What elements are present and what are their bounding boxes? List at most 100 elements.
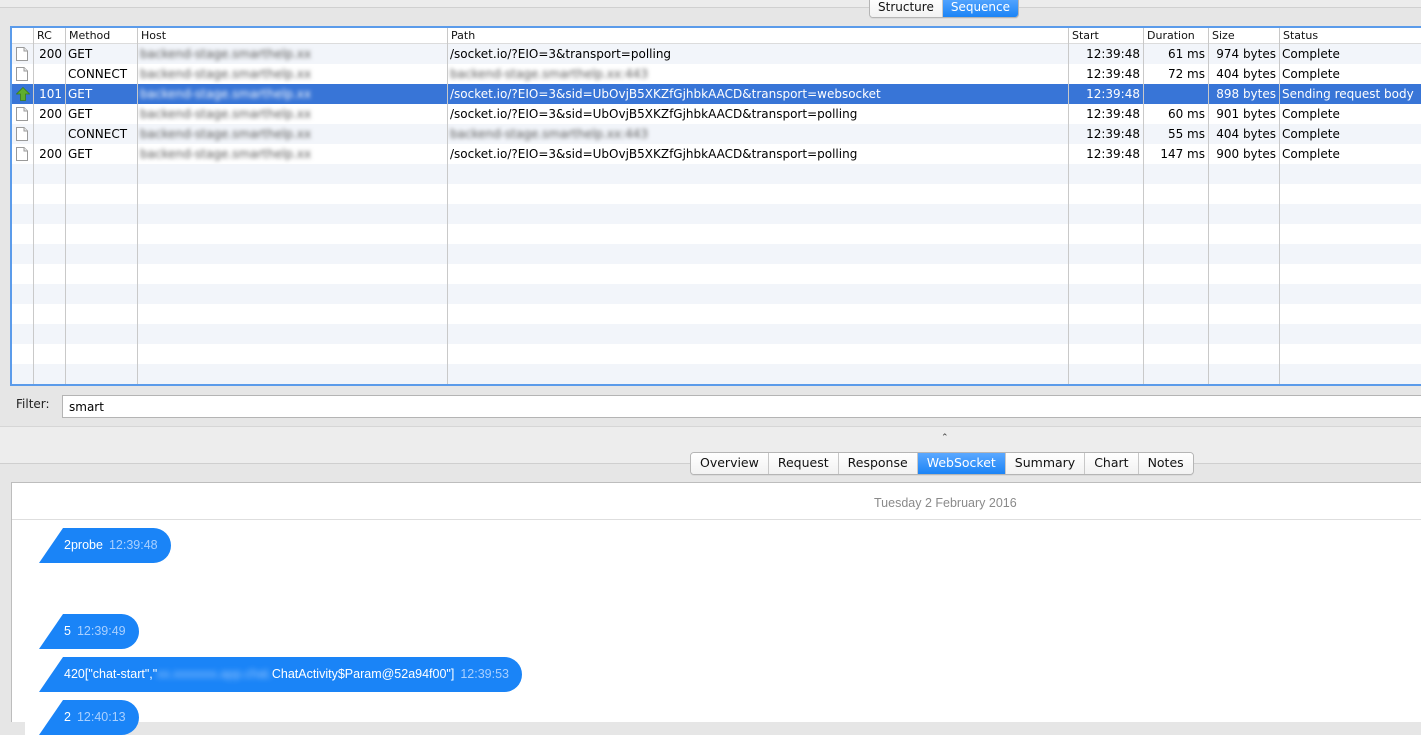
structure-view-button[interactable]: Structure xyxy=(870,0,943,17)
cell-path: backend-stage.smarthelp.xx:443 xyxy=(447,64,1068,84)
column-header-duration[interactable]: Duration xyxy=(1143,28,1208,44)
table-row[interactable]: CONNECT backend-stage.smarthelp.xx backend… xyxy=(12,64,1421,84)
cell-method-text: CONNECT xyxy=(68,67,128,81)
tab-overview[interactable]: Overview xyxy=(691,453,769,474)
cell-method-text: GET xyxy=(68,107,93,121)
cell-rc xyxy=(33,124,65,144)
table-header: RC Method Host Path Start Duration Size … xyxy=(12,28,1421,44)
document-icon xyxy=(16,67,28,81)
cell-path-text: /socket.io/?EIO=3&sid=UbOvjB5XKZfGjhbkAA… xyxy=(450,87,881,101)
cell-duration xyxy=(1143,84,1208,104)
table-row[interactable]: 200 GET backend-stage.smarthelp.xx/socket.… xyxy=(12,144,1421,164)
cell-host-text: backend-stage.smarthelp.xx xyxy=(140,47,312,61)
cell-duration-text: 55 ms xyxy=(1167,127,1205,141)
cell-duration: 55 ms xyxy=(1143,124,1208,144)
empty-table-row xyxy=(12,344,1421,364)
table-row[interactable]: 200 GET backend-stage.smarthelp.xx/socket.… xyxy=(12,44,1421,64)
empty-table-row xyxy=(12,244,1421,264)
detail-tabs: Overview Request Response WebSocket Summary C… xyxy=(690,452,1194,475)
column-header-rc[interactable]: RC xyxy=(33,28,65,44)
cell-method-text: GET xyxy=(68,147,93,161)
column-divider xyxy=(447,44,448,384)
filter-input[interactable] xyxy=(62,395,1421,418)
tab-request[interactable]: Request xyxy=(768,453,839,474)
table-row[interactable]: 200 GET backend-stage.smarthelp.xx/socket.… xyxy=(12,104,1421,124)
websocket-message[interactable]: 420["chat-start","xx.xxxxxxx.app.chat.Ch… xyxy=(26,657,523,692)
column-divider xyxy=(65,44,66,384)
cell-rc: 200 xyxy=(33,104,65,124)
empty-table-row xyxy=(12,324,1421,344)
cell-path: /socket.io/?EIO=3&sid=UbOvjB5XKZfGjhbkAA… xyxy=(447,144,1068,164)
date-header: Tuesday 2 February 2016 xyxy=(12,483,1421,520)
cell-rc-text: 200 xyxy=(39,107,62,121)
empty-table-row xyxy=(12,224,1421,244)
cell-size: 404 bytes xyxy=(1208,64,1279,84)
tab-chart[interactable]: Chart xyxy=(1085,453,1139,474)
cell-start-text: 12:39:48 xyxy=(1086,87,1140,101)
message-text-redacted: xx.xxxxxxx.app.chat. xyxy=(157,667,272,681)
cell-rc: 200 xyxy=(33,144,65,164)
table-row[interactable]: CONNECT backend-stage.smarthelp.xx backend… xyxy=(12,124,1421,144)
cell-host: backend-stage.smarthelp.xx xyxy=(137,124,447,144)
cell-status: Complete xyxy=(1279,64,1421,84)
cell-host: backend-stage.smarthelp.xx xyxy=(137,64,447,84)
column-header-method[interactable]: Method xyxy=(65,28,137,44)
cell-status: Complete xyxy=(1279,104,1421,124)
cell-method: GET xyxy=(65,144,137,164)
column-header-path[interactable]: Path xyxy=(447,28,1068,44)
cell-host-text: backend-stage.smarthelp.xx xyxy=(140,87,312,101)
cell-size: 404 bytes xyxy=(1208,124,1279,144)
document-icon xyxy=(16,47,28,61)
cell-start: 12:39:48 xyxy=(1068,124,1143,144)
cell-host-text: backend-stage.smarthelp.xx xyxy=(140,147,312,161)
websocket-message[interactable]: 2 12:40:13 xyxy=(26,700,139,735)
top-toolbar xyxy=(0,0,1421,8)
empty-table-row xyxy=(12,204,1421,224)
cell-host: backend-stage.smarthelp.xx xyxy=(137,84,447,104)
empty-table-row xyxy=(12,184,1421,204)
cell-size-text: 404 bytes xyxy=(1216,127,1276,141)
cell-duration: 60 ms xyxy=(1143,104,1208,124)
cell-rc: 101 xyxy=(33,84,65,104)
cell-path-text: /socket.io/?EIO=3&sid=UbOvjB5XKZfGjhbkAA… xyxy=(450,107,858,121)
websocket-message[interactable]: 5 12:39:49 xyxy=(26,614,139,649)
cell-rc-text: 200 xyxy=(39,147,62,161)
view-switcher: Structure Sequence xyxy=(869,0,1020,18)
tab-notes[interactable]: Notes xyxy=(1138,453,1193,474)
column-header-status[interactable]: Status xyxy=(1279,28,1421,44)
collapse-caret-icon[interactable]: ⌃ xyxy=(941,433,949,443)
cell-duration-text: 72 ms xyxy=(1167,67,1205,81)
cell-status-text: Complete xyxy=(1282,107,1340,121)
cell-duration-text: 60 ms xyxy=(1167,107,1205,121)
cell-size: 898 bytes xyxy=(1208,84,1279,104)
table-row[interactable]: 101 GET backend-stage.smarthelp.xx/socket.… xyxy=(12,84,1421,104)
column-header-size[interactable]: Size xyxy=(1208,28,1279,44)
upload-arrow-icon xyxy=(15,86,31,101)
column-divider xyxy=(1279,44,1280,384)
sequence-view-button[interactable]: Sequence xyxy=(942,0,1019,17)
column-header-host[interactable]: Host xyxy=(137,28,447,44)
websocket-message[interactable]: 2probe 12:39:48 xyxy=(26,528,171,563)
cell-status: Sending request body xyxy=(1279,84,1421,104)
document-icon xyxy=(16,107,28,121)
column-header-start[interactable]: Start xyxy=(1068,28,1143,44)
cell-status-text: Complete xyxy=(1282,47,1340,61)
message-text: 5 xyxy=(64,624,71,638)
message-time: 12:39:49 xyxy=(76,624,126,638)
column-header-icon[interactable] xyxy=(12,28,33,44)
filter-label: Filter: xyxy=(16,397,50,411)
cell-status-text: Complete xyxy=(1282,127,1340,141)
cell-method-text: CONNECT xyxy=(68,127,128,141)
cell-duration-text: 61 ms xyxy=(1167,47,1205,61)
cell-size-text: 404 bytes xyxy=(1216,67,1276,81)
cell-method: GET xyxy=(65,104,137,124)
tab-websocket[interactable]: WebSocket xyxy=(917,453,1006,474)
cell-method-text: GET xyxy=(68,87,93,101)
tab-summary[interactable]: Summary xyxy=(1005,453,1086,474)
empty-table-row xyxy=(12,264,1421,284)
cell-duration-text: 147 ms xyxy=(1160,147,1205,161)
message-text-suffix: ChatActivity$Param@52a94f00"] xyxy=(271,667,455,681)
cell-size-text: 898 bytes xyxy=(1216,87,1276,101)
cell-size-text: 901 bytes xyxy=(1216,107,1276,121)
tab-response[interactable]: Response xyxy=(838,453,918,474)
